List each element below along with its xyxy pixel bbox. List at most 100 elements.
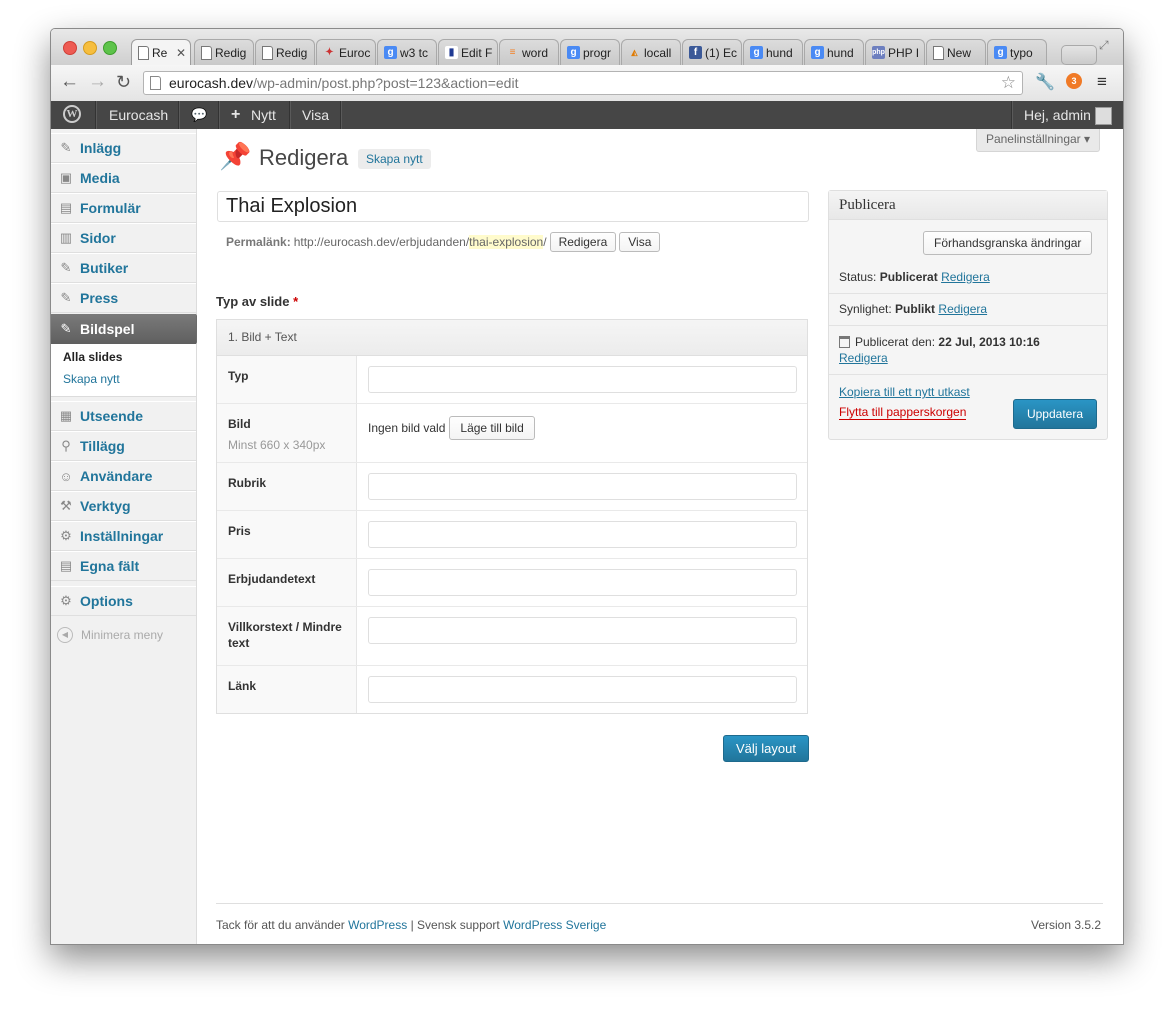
menu-item-options[interactable]: ⚙ Options bbox=[51, 586, 196, 616]
back-icon[interactable]: ← bbox=[60, 71, 79, 93]
form-icon: ▤ bbox=[59, 200, 73, 215]
typ-input[interactable] bbox=[368, 366, 797, 393]
browser-tab[interactable]: ≡ word bbox=[499, 39, 559, 65]
browser-tab[interactable]: g hund bbox=[804, 39, 864, 65]
tab-label: (1) Ec bbox=[705, 45, 738, 60]
browser-tab[interactable]: g progr bbox=[560, 39, 620, 65]
menu-icon[interactable]: ≡ bbox=[1097, 72, 1107, 92]
wordpress-link[interactable]: WordPress bbox=[348, 918, 407, 932]
address-bar[interactable]: eurocash.dev/wp-admin/post.php?post=123&… bbox=[143, 71, 1023, 95]
submenu-item-alla-slides[interactable]: Alla slides bbox=[63, 350, 122, 364]
field-label: Typ bbox=[217, 356, 357, 403]
bookmark-star-icon[interactable]: ☆ bbox=[1001, 73, 1016, 93]
menu-item-bildspel[interactable]: ✎ Bildspel bbox=[51, 314, 196, 344]
extension-icon[interactable]: 3 bbox=[1066, 73, 1082, 89]
edit-date-link[interactable]: Redigera bbox=[839, 351, 888, 365]
copy-draft-link[interactable]: Kopiera till ett nytt utkast bbox=[839, 385, 970, 399]
menu-item-butiker[interactable]: ✎ Butiker bbox=[51, 253, 196, 283]
tools-icon: ⚒ bbox=[60, 498, 72, 513]
update-button[interactable]: Uppdatera bbox=[1013, 399, 1097, 429]
menu-item-utseende[interactable]: ▦ Utseende bbox=[51, 401, 196, 431]
layout-header[interactable]: 1. Bild + Text bbox=[217, 320, 807, 356]
document-icon bbox=[138, 45, 149, 60]
lank-input[interactable] bbox=[368, 676, 797, 703]
menu-item-installningar[interactable]: ⚙ Inställningar bbox=[51, 521, 196, 551]
menu-item-anvandare[interactable]: ☺ Användare bbox=[51, 461, 196, 491]
google-icon: g bbox=[811, 46, 824, 59]
edit-permalink-button[interactable]: Redigera bbox=[549, 232, 617, 252]
choose-layout-button[interactable]: Välj layout bbox=[723, 735, 809, 762]
move-to-trash-link[interactable]: Flytta till papperskorgen bbox=[839, 405, 967, 420]
view-site-link[interactable]: Visa bbox=[302, 101, 329, 129]
browser-tab[interactable]: Redig bbox=[194, 39, 254, 65]
erbjudandetext-input[interactable] bbox=[368, 569, 797, 596]
browser-tab[interactable]: Re ✕ bbox=[131, 39, 191, 65]
menu-item-label: Inställningar bbox=[80, 528, 164, 544]
permalink-slug[interactable]: thai-explosion bbox=[469, 235, 544, 249]
published-value: 22 Jul, 2013 10:16 bbox=[938, 335, 1040, 349]
wrench-icon[interactable]: 🔧 bbox=[1035, 72, 1055, 92]
browser-tab[interactable]: g w3 tc bbox=[377, 39, 437, 65]
rubrik-input[interactable] bbox=[368, 473, 797, 500]
close-window-button[interactable] bbox=[63, 41, 77, 55]
close-tab-icon[interactable]: ✕ bbox=[174, 46, 186, 60]
menu-item-verktyg[interactable]: ⚒ Verktyg bbox=[51, 491, 196, 521]
screen-options-button[interactable]: Panelinställningar ▾ bbox=[976, 129, 1100, 152]
fullscreen-icon[interactable]: ⤢ bbox=[1099, 38, 1109, 53]
minimize-window-button[interactable] bbox=[83, 41, 97, 55]
collapse-menu-button[interactable]: ◀ Minimera meny bbox=[57, 627, 163, 643]
menu-item-media[interactable]: ▣ Media bbox=[51, 163, 196, 193]
post-title-input[interactable]: Thai Explosion bbox=[217, 191, 809, 222]
account-greeting[interactable]: Hej, admin bbox=[1024, 101, 1091, 129]
field-row-lank: Länk bbox=[217, 666, 807, 713]
acf-label-text: Typ av slide bbox=[216, 294, 290, 309]
browser-tab[interactable]: g typo bbox=[987, 39, 1047, 65]
wordpress-sverige-link[interactable]: WordPress Sverige bbox=[503, 918, 606, 932]
google-icon: g bbox=[750, 46, 763, 59]
menu-item-tillagg[interactable]: ⚲ Tillägg bbox=[51, 431, 196, 461]
preview-changes-button[interactable]: Förhandsgranska ändringar bbox=[923, 231, 1093, 255]
edit-visibility-link[interactable]: Redigera bbox=[938, 302, 987, 316]
menu-item-label: Verktyg bbox=[80, 498, 131, 514]
pris-input[interactable] bbox=[368, 521, 797, 548]
php-icon: php bbox=[872, 46, 885, 59]
menu-item-formular[interactable]: ▤ Formulär bbox=[51, 193, 196, 223]
new-content-link[interactable]: Nytt bbox=[251, 101, 276, 129]
comments-icon[interactable]: 💬 bbox=[191, 101, 207, 129]
wordpress-logo-icon[interactable]: W bbox=[63, 105, 81, 123]
field-row-bild: Bild Minst 660 x 340px Ingen bild vald Lä… bbox=[217, 404, 807, 463]
browser-tab[interactable]: g hund bbox=[743, 39, 803, 65]
browser-tab[interactable]: f (1) Ec bbox=[682, 39, 742, 65]
browser-tab[interactable]: ✦ Euroc bbox=[316, 39, 376, 65]
edit-status-link[interactable]: Redigera bbox=[941, 270, 990, 284]
avatar[interactable] bbox=[1095, 107, 1112, 125]
menu-item-label: Inlägg bbox=[80, 140, 122, 156]
collapse-arrow-icon: ◀ bbox=[57, 627, 73, 643]
menu-item-egna-falt[interactable]: ▤ Egna fält bbox=[51, 551, 196, 581]
villkorstext-input[interactable] bbox=[368, 617, 797, 644]
field-label: Villkorstext / Mindre text bbox=[217, 607, 357, 665]
add-new-button[interactable]: Skapa nytt bbox=[358, 149, 431, 169]
submenu-item-skapa-nytt[interactable]: Skapa nytt bbox=[63, 372, 120, 386]
browser-tab[interactable]: php PHP I bbox=[865, 39, 925, 65]
plus-icon[interactable]: + bbox=[231, 101, 240, 129]
add-image-button[interactable]: Läge till bild bbox=[449, 416, 535, 440]
collapse-label: Minimera meny bbox=[81, 628, 164, 642]
menu-item-inlagg[interactable]: ✎ Inlägg bbox=[51, 133, 196, 163]
published-label: Publicerat den: bbox=[855, 335, 936, 349]
forward-icon[interactable]: → bbox=[88, 71, 107, 93]
reload-icon[interactable]: ↻ bbox=[116, 71, 131, 93]
menu-item-press[interactable]: ✎ Press bbox=[51, 283, 196, 313]
browser-tab[interactable]: ◭ locall bbox=[621, 39, 681, 65]
view-post-button[interactable]: Visa bbox=[619, 232, 661, 252]
browser-toolbar: ← → ↻ eurocash.dev/wp-admin/post.php?pos… bbox=[51, 65, 1123, 102]
browser-tab[interactable]: Redig bbox=[255, 39, 315, 65]
browser-tab[interactable]: ▮ Edit F bbox=[438, 39, 498, 65]
new-tab-button[interactable] bbox=[1061, 45, 1097, 65]
phpmyadmin-icon: ◭ bbox=[631, 48, 638, 57]
menu-item-sidor[interactable]: ▥ Sidor bbox=[51, 223, 196, 253]
site-name-link[interactable]: Eurocash bbox=[109, 101, 168, 129]
maximize-window-button[interactable] bbox=[103, 41, 117, 55]
tab-label: hund bbox=[766, 45, 793, 60]
browser-tab[interactable]: New bbox=[926, 39, 986, 65]
